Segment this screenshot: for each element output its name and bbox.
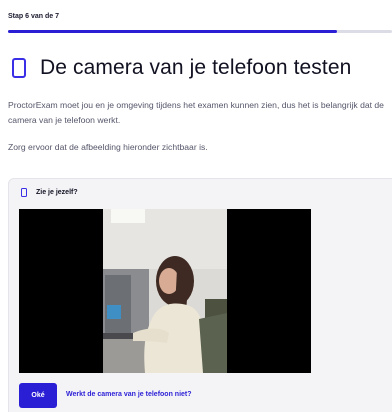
intro-text: ProctorExam moet jou en je omgeving tijd… bbox=[8, 100, 384, 125]
camera-feed-image bbox=[103, 209, 227, 373]
card-title: Zie je jezelf? bbox=[36, 189, 78, 196]
ok-button[interactable]: Oké bbox=[19, 383, 57, 408]
camera-preview bbox=[19, 209, 311, 373]
camera-not-working-link[interactable]: Werkt de camera van je telefoon niet? bbox=[66, 391, 192, 398]
phone-icon bbox=[21, 188, 27, 197]
step-label: Stap 6 van de 7 bbox=[8, 13, 59, 20]
camera-card: Zie je jezelf? Oké Werkt de camera van j… bbox=[8, 178, 392, 412]
title-row: De camera van je telefoon testen bbox=[8, 56, 351, 80]
phone-icon bbox=[12, 58, 26, 78]
progress-fill bbox=[8, 30, 338, 33]
instruction-text: Zorg ervoor dat de afbeelding hieronder … bbox=[8, 142, 208, 152]
card-header: Zie je jezelf? bbox=[21, 188, 78, 197]
progress-bar bbox=[8, 30, 392, 33]
page-title: De camera van je telefoon testen bbox=[40, 56, 352, 79]
